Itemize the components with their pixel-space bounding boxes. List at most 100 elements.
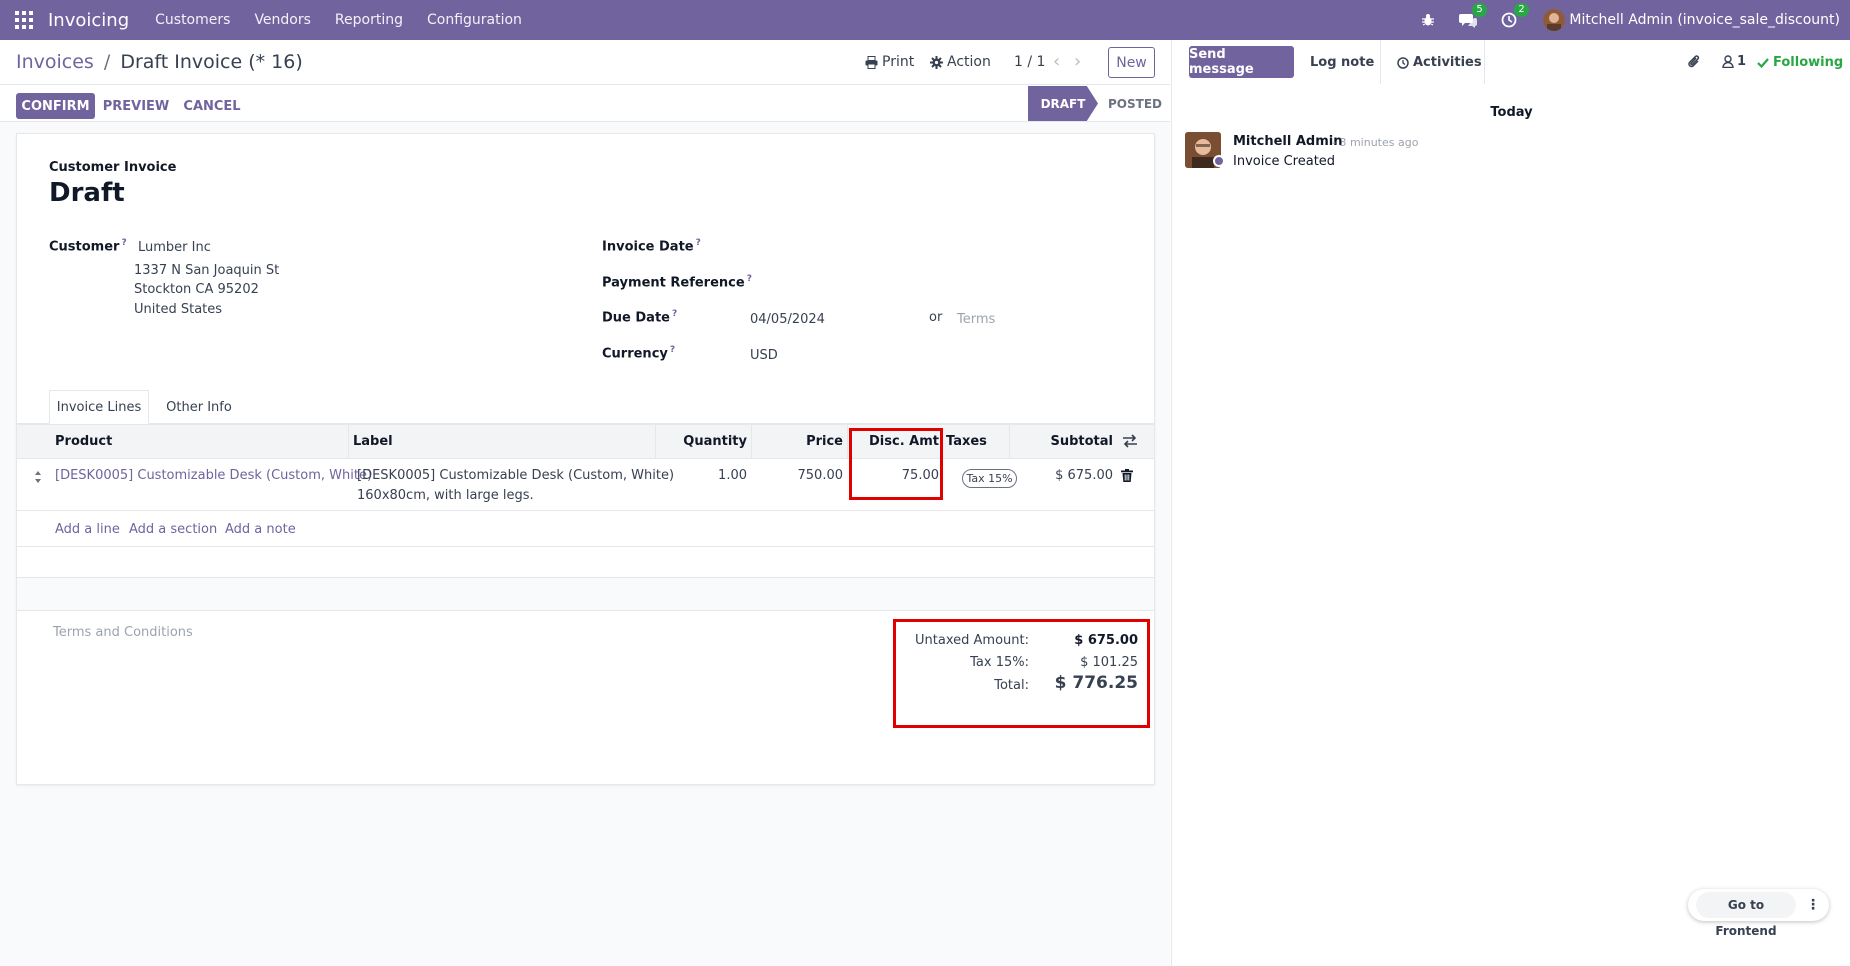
breadcrumb: Invoices / Draft Invoice (* 16): [16, 51, 303, 73]
line-price[interactable]: 750.00: [777, 468, 844, 483]
messages-icon[interactable]: 5: [1459, 3, 1487, 28]
app-brand[interactable]: Invoicing: [48, 10, 129, 31]
stage-draft: DRAFT: [1028, 86, 1098, 121]
line-label[interactable]: [DESK0005] Customizable Desk (Custom, Wh…: [357, 468, 674, 483]
preview-button[interactable]: PREVIEW: [103, 93, 170, 119]
customer-address-line: Stockton CA 95202: [134, 282, 259, 297]
column-header-label[interactable]: Label: [353, 434, 393, 449]
action-button[interactable]: Action: [930, 54, 991, 70]
form-sheet: Customer Invoice Draft Customer? Lumber …: [16, 133, 1155, 785]
invoice-name: Draft: [49, 178, 125, 208]
debug-bug-icon[interactable]: [1421, 13, 1435, 27]
confirm-button[interactable]: CONFIRM: [16, 93, 95, 119]
column-separator: [847, 425, 848, 458]
document-type: Customer Invoice: [49, 160, 177, 175]
invoice-date-field[interactable]: [750, 232, 1150, 256]
chatter-separator: [1484, 40, 1485, 84]
add-note-link[interactable]: Add a note: [225, 522, 296, 537]
pager-previous-icon[interactable]: ‹: [1053, 51, 1060, 72]
send-message-button[interactable]: Send message: [1189, 46, 1294, 78]
messages-badge: 5: [1472, 3, 1487, 17]
highlight-disc-amt-box: [849, 428, 943, 500]
form-view: Invoices / Draft Invoice (* 16) Print Ac…: [0, 40, 1170, 966]
clock-icon: [1397, 56, 1409, 69]
column-header-taxes[interactable]: Taxes: [946, 434, 987, 449]
menu-vendors[interactable]: Vendors: [242, 0, 322, 40]
column-header-price[interactable]: Price: [777, 434, 843, 449]
follower-user-icon: [1722, 55, 1734, 68]
menu-configuration[interactable]: Configuration: [415, 0, 534, 40]
print-label: Print: [882, 54, 915, 70]
action-label: Action: [947, 54, 991, 70]
row-divider: [17, 510, 1154, 511]
pager-value[interactable]: 1 / 1: [1014, 54, 1045, 70]
invoice-date-label: Invoice Date?: [602, 238, 701, 255]
more-options-icon[interactable]: ⋮: [1806, 897, 1820, 913]
date-separator: Today: [1490, 105, 1533, 120]
pager-next-icon[interactable]: ›: [1074, 51, 1081, 72]
tab-other-info[interactable]: Other Info: [157, 390, 241, 424]
message-author[interactable]: Mitchell Admin: [1233, 134, 1342, 149]
currency-field[interactable]: USD: [750, 348, 778, 363]
untaxed-amount-value: $ 675.00: [1074, 633, 1138, 648]
currency-label: Currency?: [602, 345, 676, 362]
activities-badge: 2: [1514, 3, 1529, 17]
attachment-paperclip-icon[interactable]: [1687, 54, 1701, 70]
drag-handle-icon[interactable]: [34, 470, 42, 484]
print-button[interactable]: Print: [865, 54, 914, 70]
due-date-label: Due Date?: [602, 309, 678, 326]
line-product[interactable]: [DESK0005] Customizable Desk (Custom, Wh…: [55, 468, 372, 483]
following-button[interactable]: Following: [1757, 55, 1843, 70]
activities-button[interactable]: Activities: [1397, 55, 1482, 70]
column-header-quantity[interactable]: Quantity: [677, 434, 747, 449]
line-label-description[interactable]: 160x80cm, with large legs.: [357, 488, 534, 503]
user-avatar[interactable]: [1543, 9, 1566, 31]
column-separator: [655, 425, 656, 458]
row-divider: [17, 610, 1154, 611]
activities-label: Activities: [1413, 55, 1482, 70]
payment-reference-field[interactable]: [750, 268, 1150, 292]
add-section-link[interactable]: Add a section: [129, 522, 217, 537]
add-line-link[interactable]: Add a line: [55, 522, 120, 537]
delete-line-trash-icon[interactable]: [1121, 469, 1133, 482]
terms-conditions-field[interactable]: Terms and Conditions: [53, 625, 193, 640]
customer-field[interactable]: Lumber Inc: [138, 240, 211, 255]
due-date-field[interactable]: 04/05/2024: [750, 312, 825, 327]
tab-invoice-lines[interactable]: Invoice Lines: [49, 390, 149, 424]
followers-count: 1: [1737, 54, 1747, 69]
following-label: Following: [1773, 55, 1844, 70]
empty-row: [17, 578, 1154, 610]
line-tax-badge[interactable]: Tax 15%: [962, 469, 1017, 488]
payment-reference-label: Payment Reference?: [602, 274, 752, 291]
user-menu[interactable]: Mitchell Admin (invoice_sale_discount): [1569, 12, 1840, 28]
activities-clock-icon[interactable]: 2: [1501, 3, 1529, 28]
column-header-product[interactable]: Product: [55, 434, 112, 449]
breadcrumb-separator: /: [103, 51, 111, 73]
help-tooltip-icon: ?: [695, 238, 701, 248]
cancel-button[interactable]: CANCEL: [180, 93, 244, 119]
help-tooltip-icon: ?: [121, 238, 127, 248]
chatter-separator: [1380, 40, 1381, 84]
go-to-frontend-button[interactable]: Go to Frontend: [1696, 892, 1796, 938]
menu-customers[interactable]: Customers: [143, 0, 242, 40]
log-note-button[interactable]: Log note: [1310, 55, 1374, 70]
column-separator: [348, 425, 349, 458]
optional-columns-toggle-icon[interactable]: [1122, 434, 1138, 448]
column-header-subtotal[interactable]: Subtotal: [1017, 434, 1113, 449]
new-button[interactable]: New: [1108, 47, 1155, 78]
tax-label: Tax 15%:: [970, 655, 1029, 670]
followers-button[interactable]: 1: [1722, 54, 1746, 69]
message-time: - 3 minutes ago: [1332, 136, 1419, 149]
due-date-or: or: [929, 310, 943, 325]
line-quantity[interactable]: 1.00: [677, 468, 747, 483]
stage-posted[interactable]: POSTED: [1105, 86, 1165, 121]
breadcrumb-invoices[interactable]: Invoices: [16, 51, 94, 73]
systray: 5 2 Mitchell Admin (invoice_sale_discoun…: [1409, 0, 1840, 40]
menu-reporting[interactable]: Reporting: [323, 0, 415, 40]
column-separator: [1009, 425, 1010, 458]
apps-menu-icon[interactable]: [0, 0, 48, 40]
total-label: Total:: [994, 678, 1029, 693]
payment-terms-field[interactable]: Terms: [957, 312, 995, 327]
lines-table-header: Product Label Quantity Price Disc. Amt T…: [17, 424, 1154, 459]
control-panel: Invoices / Draft Invoice (* 16) Print Ac…: [0, 40, 1170, 85]
